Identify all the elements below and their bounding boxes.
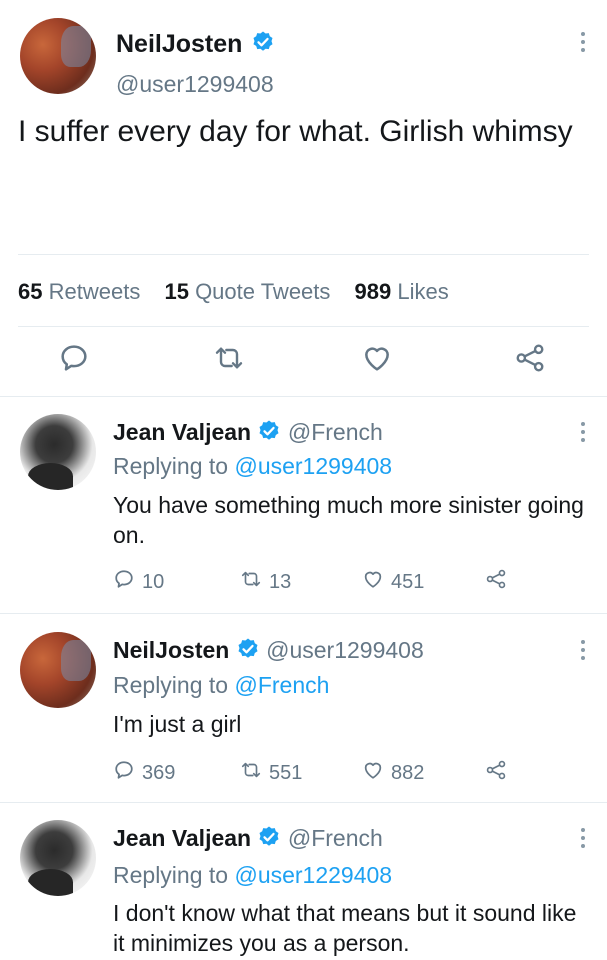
- reply-tweet[interactable]: Jean Valjean @French Replying to @user12…: [0, 396, 607, 616]
- verified-badge-icon: [257, 419, 281, 449]
- author-line: NeilJosten: [116, 30, 275, 61]
- share-icon[interactable]: [485, 568, 507, 590]
- reply-tweet[interactable]: Jean Valjean @French Replying to @user12…: [0, 802, 607, 960]
- like-count-button[interactable]: 451: [362, 568, 424, 596]
- author-line: Jean Valjean @French: [113, 825, 383, 855]
- handle[interactable]: @user1299408: [266, 637, 424, 663]
- share-icon[interactable]: [514, 342, 546, 379]
- retweet-icon: [240, 759, 262, 787]
- avatar[interactable]: [20, 414, 96, 490]
- replying-to-line: Replying to @user1299408: [113, 453, 392, 480]
- display-name[interactable]: Jean Valjean: [113, 419, 251, 445]
- retweets-count: 65: [18, 279, 43, 304]
- avatar[interactable]: [20, 820, 96, 896]
- verified-badge-icon: [257, 825, 281, 855]
- quotes-label: Quote Tweets: [195, 279, 331, 304]
- handle[interactable]: @French: [288, 825, 383, 851]
- quotes-stat[interactable]: 15 Quote Tweets: [164, 279, 348, 304]
- reply-action-bar: 10 13 451: [113, 568, 533, 594]
- share-icon[interactable]: [485, 759, 507, 781]
- display-name[interactable]: NeilJosten: [116, 30, 242, 58]
- like-count: 451: [391, 570, 425, 593]
- avatar[interactable]: [20, 18, 96, 94]
- retweet-count: 551: [269, 761, 303, 784]
- reply-icon: [113, 759, 135, 787]
- retweets-stat[interactable]: 65 Retweets: [18, 279, 158, 304]
- tweet-action-bar: [0, 340, 607, 380]
- more-options-icon[interactable]: [581, 32, 585, 52]
- retweet-icon: [240, 568, 262, 596]
- reply-count: 369: [142, 761, 176, 784]
- reply-icon[interactable]: [58, 342, 90, 379]
- replying-to-line: Replying to @user1229408: [113, 862, 392, 889]
- reply-action-bar: 369 551 882: [113, 759, 533, 785]
- heart-icon: [362, 759, 384, 787]
- author-line: NeilJosten @user1299408: [113, 637, 424, 667]
- more-options-icon[interactable]: [581, 828, 585, 848]
- tweet-stats: 65 Retweets 15 Quote Tweets 989 Likes: [18, 279, 467, 305]
- heart-icon: [362, 568, 384, 596]
- verified-badge-icon: [236, 637, 260, 667]
- divider: [18, 326, 589, 327]
- replying-to-link[interactable]: @user1229408: [234, 862, 392, 888]
- more-options-icon[interactable]: [581, 422, 585, 442]
- reply-text: I'm just a girl: [113, 711, 242, 737]
- retweets-label: Retweets: [48, 279, 141, 304]
- replying-to-link[interactable]: @user1299408: [234, 453, 392, 479]
- retweet-count-button[interactable]: 551: [240, 759, 302, 787]
- quotes-count: 15: [164, 279, 189, 304]
- heart-icon[interactable]: [361, 342, 393, 379]
- divider: [18, 254, 589, 255]
- reply-count: 10: [142, 570, 165, 593]
- reply-tweet[interactable]: NeilJosten @user1299408 Replying to @Fre…: [0, 614, 607, 804]
- likes-label: Likes: [397, 279, 449, 304]
- handle[interactable]: @French: [288, 419, 383, 445]
- replying-to-label: Replying to: [113, 672, 229, 698]
- handle[interactable]: @user1299408: [116, 71, 274, 98]
- replying-to-label: Replying to: [113, 453, 229, 479]
- verified-badge-icon: [251, 30, 275, 61]
- like-count-button[interactable]: 882: [362, 759, 424, 787]
- avatar[interactable]: [20, 632, 96, 708]
- like-count: 882: [391, 761, 425, 784]
- retweet-count-button[interactable]: 13: [240, 568, 291, 596]
- replying-to-line: Replying to @French: [113, 672, 329, 699]
- reply-count-button[interactable]: 10: [113, 568, 164, 596]
- retweet-icon[interactable]: [213, 342, 245, 379]
- retweet-count: 13: [269, 570, 292, 593]
- likes-count: 989: [354, 279, 392, 304]
- replying-to-label: Replying to: [113, 862, 229, 888]
- likes-stat[interactable]: 989 Likes: [355, 279, 467, 304]
- reply-count-button[interactable]: 369: [113, 759, 175, 787]
- display-name[interactable]: Jean Valjean: [113, 825, 251, 851]
- tweet-text: I suffer every day for what. Girlish whi…: [18, 115, 573, 148]
- main-tweet: NeilJosten @user1299408 I suffer every d…: [0, 0, 607, 400]
- display-name[interactable]: NeilJosten: [113, 637, 229, 663]
- reply-text: You have something much more sinister go…: [113, 492, 584, 549]
- reply-text: I don't know what that means but it soun…: [113, 900, 577, 956]
- reply-icon: [113, 568, 135, 596]
- author-line: Jean Valjean @French: [113, 419, 383, 449]
- more-options-icon[interactable]: [581, 640, 585, 660]
- replying-to-link[interactable]: @French: [234, 672, 329, 698]
